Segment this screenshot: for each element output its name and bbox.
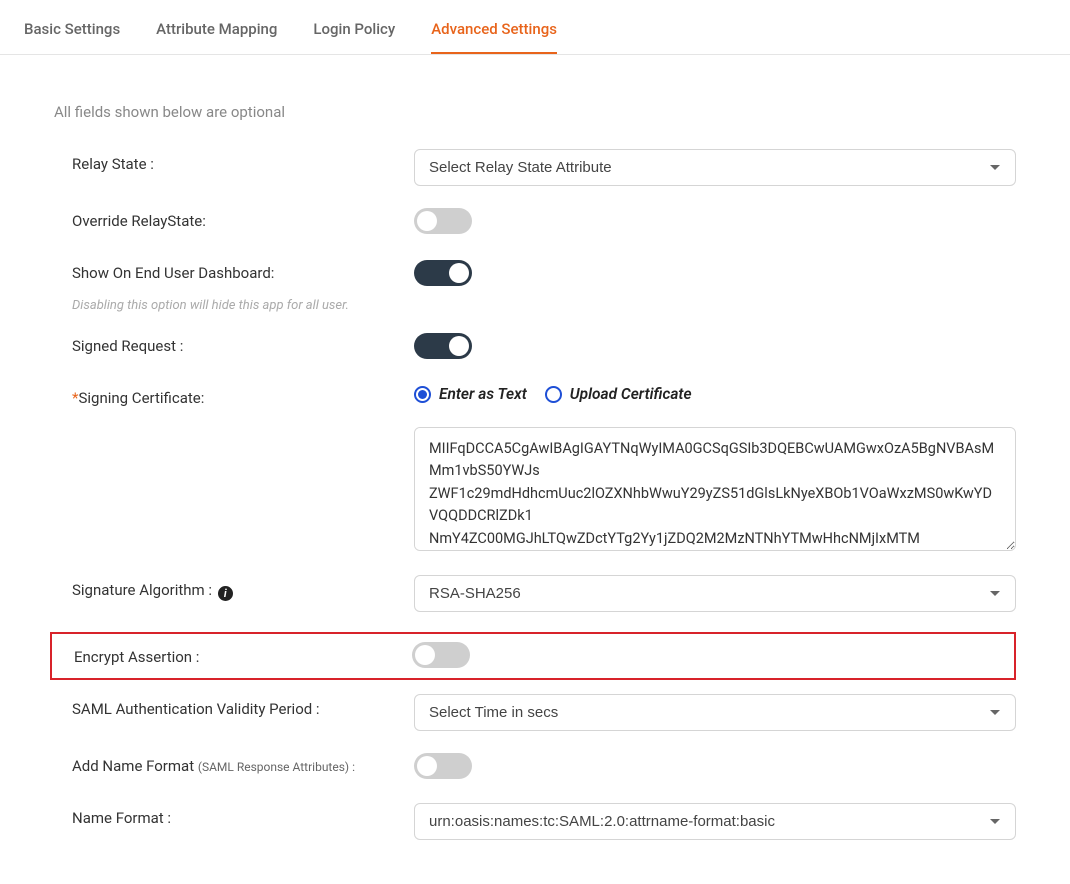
form-content: All fields shown below are optional Rela… bbox=[0, 55, 1070, 884]
toggle-override-relaystate[interactable] bbox=[414, 208, 472, 234]
label-add-name-format: Add Name Format (SAML Response Attribute… bbox=[54, 751, 414, 775]
select-saml-validity[interactable]: Select Time in secs bbox=[414, 694, 1016, 731]
row-show-dashboard: Show On End User Dashboard: bbox=[54, 258, 1016, 290]
radio-enter-as-text[interactable]: Enter as Text bbox=[414, 385, 527, 403]
toggle-encrypt-assertion[interactable] bbox=[412, 642, 470, 668]
row-saml-validity: SAML Authentication Validity Period : Se… bbox=[54, 694, 1016, 731]
toggle-show-dashboard[interactable] bbox=[414, 260, 472, 286]
tab-login-policy[interactable]: Login Policy bbox=[313, 12, 395, 54]
select-relay-state[interactable]: Select Relay State Attribute bbox=[414, 149, 1016, 186]
label-override-relaystate: Override RelayState: bbox=[54, 206, 414, 230]
label-saml-validity: SAML Authentication Validity Period : bbox=[54, 694, 414, 718]
optional-note: All fields shown below are optional bbox=[54, 103, 1016, 121]
highlight-encrypt-assertion: Encrypt Assertion : bbox=[50, 632, 1016, 680]
textarea-signing-certificate[interactable] bbox=[414, 427, 1016, 551]
radio-upload-certificate[interactable]: Upload Certificate bbox=[545, 385, 692, 403]
tabs-bar: Basic Settings Attribute Mapping Login P… bbox=[0, 0, 1070, 55]
label-relay-state: Relay State : bbox=[54, 149, 414, 173]
label-signature-algorithm: Signature Algorithm : i bbox=[54, 575, 414, 601]
tab-advanced-settings[interactable]: Advanced Settings bbox=[431, 12, 557, 54]
row-relay-state: Relay State : Select Relay State Attribu… bbox=[54, 149, 1016, 186]
row-add-name-format: Add Name Format (SAML Response Attribute… bbox=[54, 751, 1016, 783]
radio-group-cert-input: Enter as Text Upload Certificate bbox=[414, 383, 1016, 403]
select-name-format[interactable]: urn:oasis:names:tc:SAML:2.0:attrname-for… bbox=[414, 803, 1016, 840]
row-signing-cert: *Signing Certificate: Enter as Text Uplo… bbox=[54, 383, 1016, 407]
label-encrypt-assertion: Encrypt Assertion : bbox=[52, 646, 412, 666]
row-cert-text bbox=[54, 427, 1016, 555]
hint-show-dashboard: Disabling this option will hide this app… bbox=[72, 298, 1016, 313]
row-signature-algorithm: Signature Algorithm : i RSA-SHA256 bbox=[54, 575, 1016, 612]
label-name-format: Name Format : bbox=[54, 803, 414, 827]
label-signing-cert: *Signing Certificate: bbox=[54, 383, 414, 407]
row-signed-request: Signed Request : bbox=[54, 331, 1016, 363]
select-signature-algorithm[interactable]: RSA-SHA256 bbox=[414, 575, 1016, 612]
info-icon[interactable]: i bbox=[218, 586, 233, 601]
tab-attribute-mapping[interactable]: Attribute Mapping bbox=[156, 12, 277, 54]
label-show-dashboard: Show On End User Dashboard: bbox=[54, 258, 414, 282]
tab-basic-settings[interactable]: Basic Settings bbox=[24, 12, 120, 54]
row-name-format: Name Format : urn:oasis:names:tc:SAML:2.… bbox=[54, 803, 1016, 840]
toggle-signed-request[interactable] bbox=[414, 333, 472, 359]
toggle-add-name-format[interactable] bbox=[414, 753, 472, 779]
row-override-relaystate: Override RelayState: bbox=[54, 206, 1016, 238]
label-signed-request: Signed Request : bbox=[54, 331, 414, 355]
